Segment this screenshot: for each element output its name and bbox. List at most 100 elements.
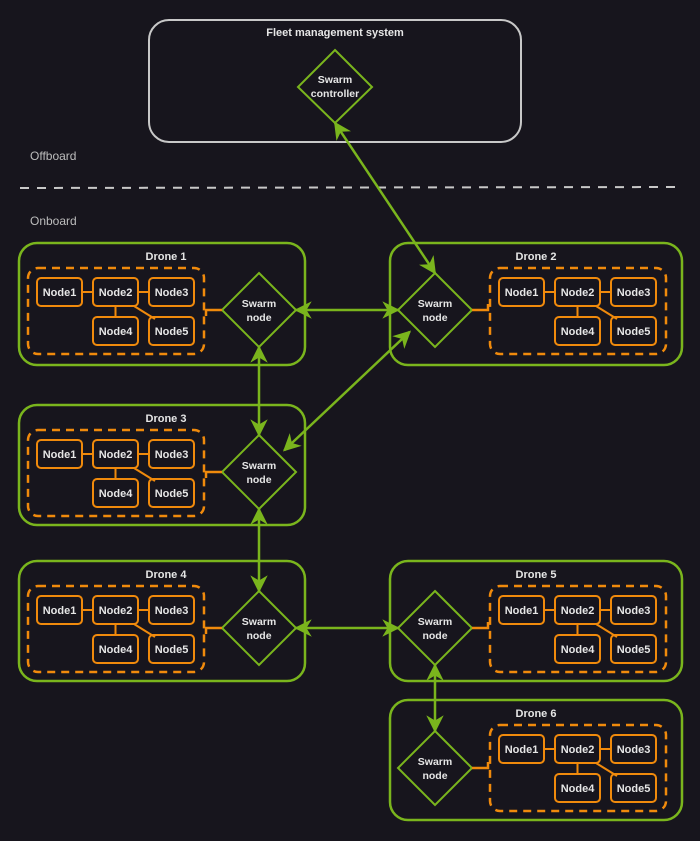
- swarm-link: [282, 330, 412, 452]
- node-label: Node1: [43, 449, 77, 461]
- node-label: Node4: [99, 644, 134, 656]
- internal-node-node5: Node5: [610, 634, 657, 664]
- offboard-onboard-separator: [19, 186, 681, 189]
- swarm-link: [333, 121, 437, 275]
- drone-4: Drone 4 Node1 Node2 Node3 Node4 Node5 Swarm nod…: [17, 559, 307, 683]
- swarm-node: Swarm node: [220, 433, 298, 511]
- node-label: Node1: [505, 605, 539, 617]
- internal-node-node1: Node1: [36, 439, 83, 469]
- drone-1: Drone 1 Node1 Node2 Node3 Node4 Node5 Swarm nod…: [17, 241, 307, 367]
- swarm-node-label: Swarm: [242, 298, 276, 310]
- node-label: Node1: [505, 287, 539, 299]
- node-label: Node1: [43, 605, 77, 617]
- internal-node-node2: Node2: [92, 277, 139, 307]
- drones-layer: Drone 1 Node1 Node2 Node3 Node4 Node5 Swarm nod…: [17, 241, 684, 822]
- internal-node-node4: Node4: [554, 316, 601, 346]
- drone-title: Drone 2: [516, 251, 557, 263]
- node-label: Node4: [99, 488, 134, 500]
- swarm-node-label: Swarm: [242, 616, 276, 628]
- node-label: Node4: [99, 326, 134, 338]
- swarm-node-label: Swarm: [418, 756, 452, 768]
- drone-title: Drone 4: [146, 569, 188, 581]
- swarm-to-container-link: [472, 304, 490, 312]
- internal-node-node1: Node1: [36, 277, 83, 307]
- node-label: Node3: [155, 449, 189, 461]
- swarm-architecture-diagram: Fleet management system Swarm controller…: [17, 19, 684, 822]
- node-label: Node5: [155, 644, 189, 656]
- swarm-node-diamond: [220, 271, 298, 349]
- swarm-node: Swarm node: [396, 589, 474, 667]
- node-label: Node5: [155, 326, 189, 338]
- internal-node-node4: Node4: [554, 773, 601, 803]
- drone-5: Drone 5 Node1 Node2 Node3 Node4 Node5 Swarm nod…: [388, 559, 684, 683]
- internal-node-node3: Node3: [610, 277, 657, 307]
- swarm-to-container-link: [472, 622, 490, 630]
- internal-node-node1: Node1: [498, 595, 545, 625]
- internal-node-node3: Node3: [610, 734, 657, 764]
- swarm-node-label: Swarm: [242, 460, 276, 472]
- swarm-controller-diamond: [296, 48, 374, 125]
- internal-node-node2: Node2: [554, 277, 601, 307]
- internal-node-node5: Node5: [148, 478, 195, 508]
- node-label: Node1: [505, 744, 539, 756]
- swarm-to-container-link: [204, 626, 222, 634]
- swarm-to-container-link: [204, 308, 222, 316]
- node-label: Node3: [155, 287, 189, 299]
- swarm-node: Swarm node: [396, 271, 474, 349]
- drone-title: Drone 6: [516, 708, 557, 720]
- swarm-to-container-link: [204, 470, 222, 478]
- node-label: Node3: [155, 605, 189, 617]
- swarm-node: Swarm node: [220, 271, 298, 349]
- internal-node-node5: Node5: [148, 634, 195, 664]
- swarm-node-label-2: node: [246, 474, 271, 486]
- internal-node-node2: Node2: [554, 595, 601, 625]
- swarm-node-label-2: node: [422, 770, 447, 782]
- swarm-node-label-2: node: [422, 312, 447, 324]
- internal-node-node5: Node5: [610, 316, 657, 346]
- node-label: Node2: [561, 744, 595, 756]
- swarm-node: Swarm node: [220, 589, 298, 667]
- fleet-title: Fleet management system: [266, 27, 404, 39]
- node-label: Node5: [617, 326, 651, 338]
- node-label: Node5: [617, 644, 651, 656]
- internal-node-node3: Node3: [148, 439, 195, 469]
- node-label: Node5: [617, 783, 651, 795]
- swarm-node-label: Swarm: [418, 298, 452, 310]
- swarm-node-label-2: node: [422, 630, 447, 642]
- swarm-controller-label-2: controller: [311, 88, 359, 100]
- zone-label-onboard: Onboard: [30, 214, 77, 228]
- drone-title: Drone 5: [516, 569, 557, 581]
- node-label: Node2: [99, 287, 133, 299]
- internal-node-node4: Node4: [92, 634, 139, 664]
- zone-label-offboard: Offboard: [30, 149, 76, 163]
- node-label: Node4: [561, 783, 596, 795]
- swarm-node: Swarm node: [396, 729, 474, 807]
- swarm-node-diamond: [396, 729, 474, 807]
- swarm-node-diamond: [396, 271, 474, 349]
- internal-node-node5: Node5: [148, 316, 195, 346]
- node-label: Node3: [617, 744, 651, 756]
- swarm-node-diamond: [220, 433, 298, 511]
- internal-node-node3: Node3: [148, 277, 195, 307]
- node-label: Node2: [99, 449, 133, 461]
- node-label: Node2: [561, 605, 595, 617]
- swarm-to-container-link: [472, 762, 490, 770]
- internal-node-node1: Node1: [498, 277, 545, 307]
- internal-node-node4: Node4: [92, 316, 139, 346]
- node-label: Node4: [561, 326, 596, 338]
- internal-node-node4: Node4: [92, 478, 139, 508]
- swarm-controller-label: Swarm: [318, 74, 352, 86]
- internal-node-node2: Node2: [92, 595, 139, 625]
- internal-node-node2: Node2: [92, 439, 139, 469]
- drone-title: Drone 3: [146, 413, 187, 425]
- node-label: Node2: [99, 605, 133, 617]
- node-label: Node2: [561, 287, 595, 299]
- internal-node-node2: Node2: [554, 734, 601, 764]
- swarm-node-label: Swarm: [418, 616, 452, 628]
- internal-node-node3: Node3: [148, 595, 195, 625]
- internal-node-node1: Node1: [36, 595, 83, 625]
- internal-node-node1: Node1: [498, 734, 545, 764]
- internal-node-node5: Node5: [610, 773, 657, 803]
- internal-node-node3: Node3: [610, 595, 657, 625]
- drone-3: Drone 3 Node1 Node2 Node3 Node4 Node5 Swarm nod…: [17, 403, 307, 527]
